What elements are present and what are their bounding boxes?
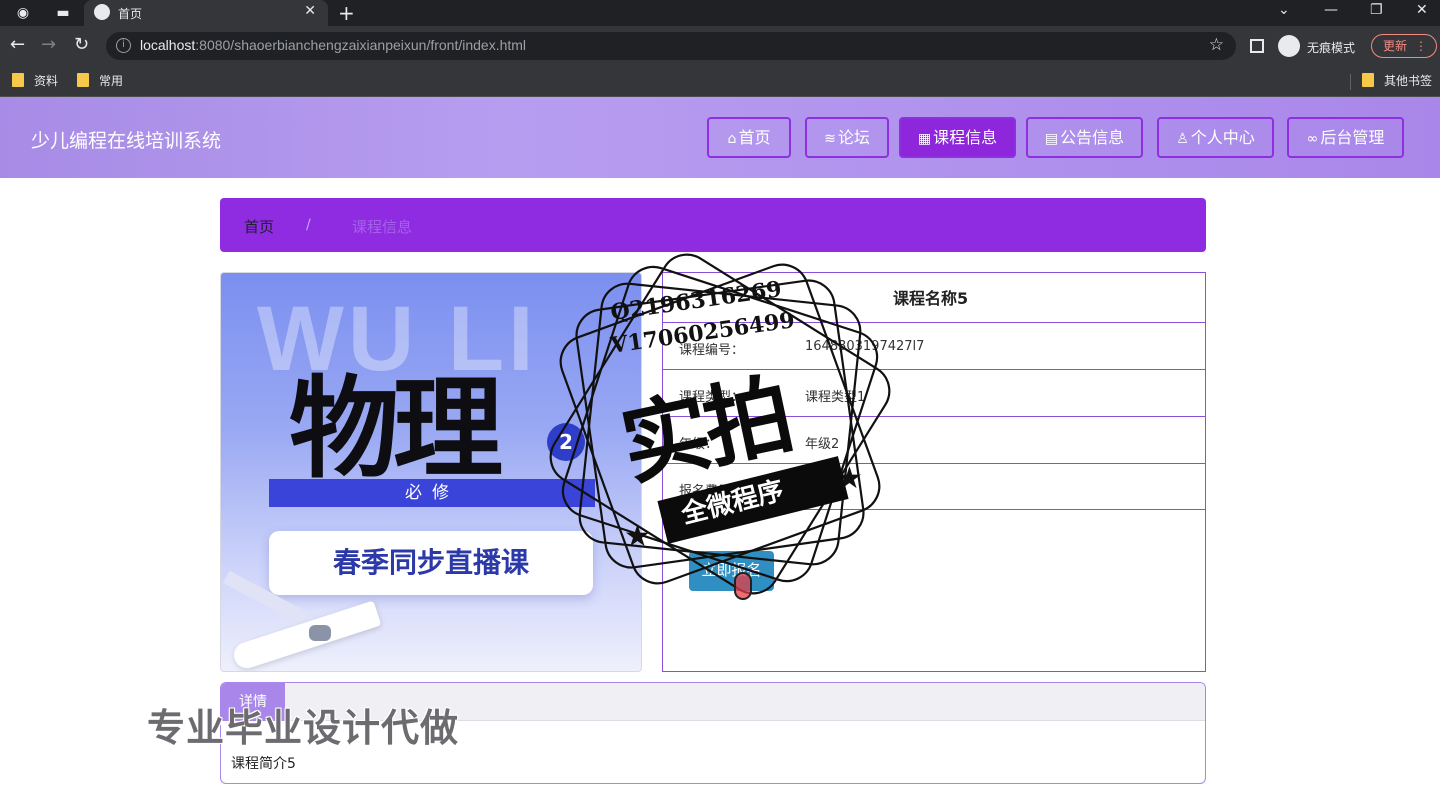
incognito-icon[interactable]	[1278, 35, 1300, 57]
nav-notice-info[interactable]: ▤ 公告信息	[1026, 117, 1143, 158]
hand-cursor-icon	[734, 572, 752, 600]
breadcrumb-home-link[interactable]: 首页	[244, 216, 274, 237]
close-tab-icon[interactable]: ✕	[304, 3, 316, 19]
nav-admin[interactable]: ∞ 后台管理	[1287, 117, 1404, 158]
back-arrow-icon[interactable]: ←	[10, 35, 25, 55]
folder-icon	[77, 73, 89, 87]
minimize-icon[interactable]: —	[1324, 2, 1338, 18]
reload-icon[interactable]: ↻	[74, 35, 89, 55]
nav-home[interactable]: ⌂ 首页	[707, 117, 791, 158]
url-text: localhost:8080/shaoerbianchengzaixianpei…	[140, 37, 527, 53]
cover-title: 物理	[289, 364, 503, 493]
site-info-icon[interactable]: i	[116, 38, 131, 53]
menu-dots-icon[interactable]: ⋮	[1415, 35, 1427, 57]
nav-personal-center[interactable]: ♙ 个人中心	[1157, 117, 1274, 158]
bookmark-star-icon[interactable]: ☆	[1209, 35, 1224, 55]
breadcrumb-current: 课程信息	[352, 218, 413, 236]
home-icon: ⌂	[727, 131, 737, 147]
close-window-icon[interactable]: ✕	[1416, 2, 1428, 18]
tab-title: 首页	[118, 7, 143, 21]
tab-search-icon[interactable]: ▬	[54, 4, 72, 22]
favicon-globe-icon	[94, 4, 110, 20]
site-header: 少儿编程在线培训系统 ⌂ 首页 ≋ 论坛 ▦ 课程信息 ▤ 公告信息 ♙ 个人中心 ∞ 后台…	[0, 97, 1440, 178]
watermark-promo-text: 专业毕业设计代做	[147, 706, 460, 750]
browser-tab-active[interactable]: 首页 ✕	[84, 0, 328, 26]
course-intro: 课程简介5	[231, 756, 296, 772]
notice-icon: ▤	[1044, 131, 1059, 147]
new-tab-icon[interactable]: +	[338, 1, 355, 25]
bookmark-folder-changyong[interactable]: 常用	[77, 73, 123, 89]
stamp-star-icon: ★	[624, 519, 651, 554]
address-bar[interactable]: i localhost:8080/shaoerbianchengzaixianp…	[106, 32, 1236, 60]
folder-icon	[12, 73, 24, 87]
restore-icon[interactable]: ❐	[1370, 2, 1383, 18]
nav-course-info[interactable]: ▦ 课程信息	[899, 117, 1016, 158]
bookmark-folder-other[interactable]: 其他书签	[1362, 73, 1432, 89]
globe-icon[interactable]: ◉	[14, 4, 32, 22]
site-title: 少儿编程在线培训系统	[31, 130, 222, 152]
tab-list-chevron-icon[interactable]: ⌄	[1278, 2, 1290, 18]
bookmarks-divider	[1350, 74, 1351, 90]
breadcrumb-separator: /	[306, 217, 311, 233]
link-icon: ∞	[1306, 131, 1319, 147]
bookmark-folder-ziliao[interactable]: 资料	[12, 73, 58, 89]
grid-icon: ▦	[917, 131, 932, 147]
airplane-engine-illustration	[309, 625, 331, 641]
layers-icon: ≋	[824, 131, 836, 147]
update-button[interactable]: 更新 ⋮	[1371, 34, 1437, 58]
folder-icon	[1362, 73, 1374, 87]
bookmarks-bar: 资料 常用 其他书签	[0, 66, 1440, 97]
browser-tab-bar: ◉ ▬ 首页 ✕ + ⌄ — ❐ ✕	[0, 0, 1440, 26]
forward-arrow-icon[interactable]: →	[41, 35, 56, 55]
incognito-label: 无痕模式	[1307, 41, 1356, 55]
user-icon: ♙	[1176, 131, 1189, 147]
side-panel-icon[interactable]	[1250, 39, 1264, 53]
nav-forum[interactable]: ≋ 论坛	[805, 117, 889, 158]
browser-toolbar: ← → ↻ i localhost:8080/shaoerbianchengza…	[0, 26, 1440, 66]
